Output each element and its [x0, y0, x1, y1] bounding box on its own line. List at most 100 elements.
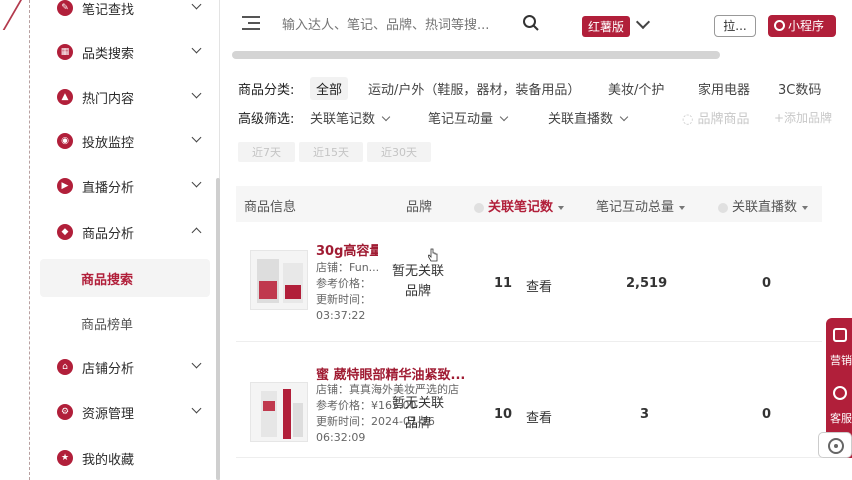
version-badge[interactable]: 红薯版 [582, 16, 631, 37]
notes-count-dropdown[interactable]: 关联笔记数 [310, 108, 391, 127]
sidebar-item-label: 热门内容 [82, 91, 135, 107]
sidebar-item-label: 投放监控 [82, 135, 135, 151]
sidebar-item-label: 品类搜索 [82, 46, 135, 62]
live-count-value: 0 [762, 407, 772, 422]
marketing-icon[interactable] [833, 328, 847, 342]
col-product-info: 商品信息 [244, 200, 297, 215]
menu-collapse-icon[interactable] [242, 16, 260, 30]
chevron-down-icon [191, 43, 202, 54]
add-brand-button[interactable]: +添加品牌 [774, 109, 832, 126]
fire-icon: ▲ [57, 89, 73, 105]
sidebar-item-label: 直播分析 [82, 180, 135, 196]
sidebar-item-label: 笔记查找 [82, 2, 135, 18]
left-edge-strip [0, 0, 30, 480]
mini-program-button[interactable]: 小程序 [768, 15, 836, 37]
chevron-down-icon [191, 403, 202, 414]
live-icon: ▶ [57, 178, 73, 194]
notes-count-value: 11 [494, 276, 513, 291]
table-row[interactable]: 蜜 葳特眼部精华油紧致... 店铺：真真海外美妆严选的店 参考价格：¥165.0… [236, 342, 822, 458]
service-label[interactable]: 客服 [830, 410, 852, 426]
sidebar-item-label: 店铺分析 [82, 361, 135, 377]
mini-program-icon [774, 20, 785, 31]
sidebar-scrollbar[interactable] [216, 178, 220, 480]
sidebar-subitem-label: 商品榜单 [81, 317, 134, 333]
sidebar-subitem-product-ranking[interactable]: 商品榜单 [40, 304, 210, 342]
price-label-text: 参考价格： [316, 399, 371, 412]
sidebar-item-hot-content[interactable]: ▲ 热门内容 [30, 75, 218, 119]
edge-decoration [0, 0, 23, 30]
shop-icon: ⌂ [57, 359, 73, 375]
brand-products-option[interactable]: ◌ 品牌商品 [682, 108, 750, 127]
table-header: 商品信息 品牌 关联笔记数 笔记互动总量 关联直播数 [236, 186, 822, 222]
updated-label: 更新时间： [316, 415, 371, 428]
product-title[interactable]: 蜜 葳特眼部精华油紧致... [316, 364, 466, 383]
sidebar-item-note-search[interactable]: ✎ 笔记查找 [30, 0, 218, 30]
category-option-all[interactable]: 全部 [310, 76, 349, 100]
updated-time: 03:37:22 [316, 309, 366, 322]
chevron-down-icon [191, 358, 202, 369]
dropdown-label: 关联直播数 [548, 111, 614, 127]
search-input[interactable] [282, 12, 512, 38]
chevron-down-icon [619, 112, 629, 121]
col-live-count[interactable]: 关联直播数 [718, 196, 809, 215]
view-notes-link[interactable]: 查看 [526, 276, 552, 295]
chevron-down-icon [191, 0, 202, 10]
sidebar-item-resource-management[interactable]: ⚙ 资源管理 [30, 390, 218, 434]
dropdown-label: 笔记互动量 [428, 111, 494, 127]
sidebar-item-label: 我的收藏 [82, 452, 135, 468]
sidebar-item-label: 资源管理 [82, 406, 135, 422]
sidebar-item-live-analysis[interactable]: ▶ 直播分析 [30, 164, 218, 208]
category-option-3c[interactable]: 3C数码 [778, 79, 821, 98]
sidebar-item-product-analysis[interactable]: ◆ 商品分析 [30, 210, 218, 254]
sidebar-item-label: 商品分析 [82, 226, 135, 242]
pencil-icon: ✎ [57, 0, 73, 16]
search-icon[interactable] [522, 14, 540, 32]
interaction-value: 2,519 [626, 276, 668, 291]
range-7d[interactable]: 近7天 [238, 142, 295, 162]
category-option-sports[interactable]: 运动/户外（鞋服，器材，装备用品） [368, 79, 580, 98]
chevron-down-icon[interactable] [635, 14, 651, 30]
cart-icon: ◆ [57, 224, 73, 240]
marketing-label[interactable]: 营销 [830, 352, 852, 368]
table-row[interactable]: 30g高容量 店铺：Fun... 参考价格： 更新时间： 03:37:22 暂无… [236, 226, 822, 342]
sidebar-item-shop-analysis[interactable]: ⌂ 店铺分析 [30, 345, 218, 389]
price-label: 参考价格： [316, 276, 379, 292]
category-filter-label: 商品分类: [238, 82, 295, 98]
chevron-down-icon [381, 112, 391, 121]
range-30d[interactable]: 近30天 [367, 142, 431, 162]
hand-cursor-icon [428, 248, 438, 262]
category-option-beauty[interactable]: 美妆/个护 [608, 79, 664, 98]
monitor-icon: ◉ [57, 133, 73, 149]
category-option-appliances[interactable]: 家用电器 [698, 79, 750, 98]
interaction-dropdown[interactable]: 笔记互动量 [428, 108, 509, 127]
chat-icon[interactable] [818, 432, 852, 458]
sidebar-item-category-search[interactable]: ▦ 品类搜索 [30, 30, 218, 74]
product-thumbnail[interactable] [250, 382, 308, 442]
view-notes-link[interactable]: 查看 [526, 407, 552, 426]
chevron-up-icon [191, 227, 202, 238]
horizontal-scrollbar[interactable] [232, 51, 720, 59]
sidebar-item-my-favorites[interactable]: ★ 我的收藏 [30, 436, 218, 480]
shop-name: 店铺：Fun... [316, 261, 380, 274]
sort-icon [679, 205, 686, 210]
chevron-down-icon [191, 177, 202, 188]
pull-button[interactable]: 拉... [714, 15, 756, 37]
service-icon[interactable] [833, 386, 847, 400]
sort-icon [558, 205, 565, 210]
product-title[interactable]: 30g高容量 [316, 240, 378, 259]
col-label: 关联笔记数 [488, 200, 554, 215]
live-count-dropdown[interactable]: 关联直播数 [548, 108, 629, 127]
range-15d[interactable]: 近15天 [299, 142, 363, 162]
sidebar-subitem-label: 商品搜索 [81, 272, 134, 288]
col-label: 关联直播数 [732, 200, 798, 215]
col-interaction-total[interactable]: 笔记互动总量 [596, 196, 686, 215]
product-thumbnail[interactable] [250, 250, 308, 310]
help-icon [474, 202, 484, 213]
sidebar: ✎ 笔记查找 ▦ 品类搜索 ▲ 热门内容 ◉ 投放监控 ▶ 直播分析 ◆ 商品分… [30, 0, 220, 480]
chevron-down-icon [191, 88, 202, 99]
sidebar-item-ad-monitor[interactable]: ◉ 投放监控 [30, 119, 218, 163]
star-icon: ★ [57, 450, 73, 466]
sidebar-subitem-product-search[interactable]: 商品搜索 [40, 259, 210, 297]
col-notes-count[interactable]: 关联笔记数 [474, 196, 565, 215]
option-label: 品牌商品 [697, 111, 750, 127]
